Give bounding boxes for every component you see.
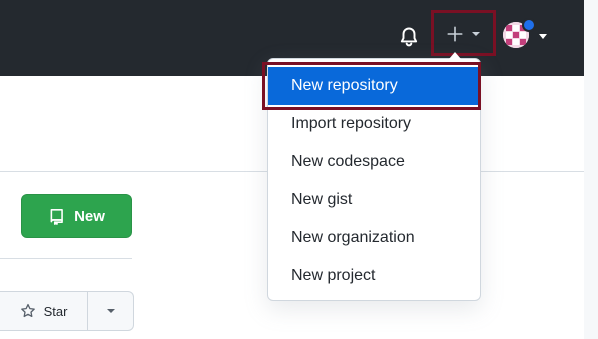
star-icon xyxy=(20,303,35,318)
page-edge xyxy=(584,0,598,339)
create-new-menu: New repository Import repository New cod… xyxy=(267,58,481,301)
menu-item-label: Import repository xyxy=(291,115,412,132)
new-repository-button[interactable]: New xyxy=(21,194,132,238)
plus-icon xyxy=(447,26,463,42)
star-label: Star xyxy=(43,303,68,319)
avatar-chevron-down-icon[interactable] xyxy=(539,34,547,39)
menu-item-new-project[interactable]: New project xyxy=(268,257,480,295)
menu-item-import-repository[interactable]: Import repository xyxy=(268,105,480,143)
new-button-label: New xyxy=(74,207,105,225)
star-button[interactable]: Star xyxy=(0,292,88,330)
menu-item-label: New repository xyxy=(291,77,398,94)
menu-item-label: New organization xyxy=(291,229,415,246)
menu-item-label: New codespace xyxy=(291,153,405,170)
chevron-down-icon xyxy=(106,309,115,313)
menu-item-new-repository[interactable]: New repository xyxy=(268,67,480,105)
create-new-dropdown-button[interactable] xyxy=(431,10,496,56)
menu-item-new-organization[interactable]: New organization xyxy=(268,219,480,257)
repo-icon xyxy=(50,209,63,225)
star-list-dropdown-button[interactable] xyxy=(88,292,133,330)
status-dot xyxy=(522,18,536,32)
menu-item-new-gist[interactable]: New gist xyxy=(268,181,480,219)
star-button-group: Star xyxy=(0,291,134,331)
menu-pointer xyxy=(449,52,461,59)
chevron-down-icon xyxy=(472,32,480,36)
menu-item-label: New project xyxy=(291,267,376,284)
divider xyxy=(0,258,132,259)
bell-icon[interactable] xyxy=(398,26,420,48)
menu-item-new-codespace[interactable]: New codespace xyxy=(268,143,480,181)
menu-item-label: New gist xyxy=(291,191,353,208)
